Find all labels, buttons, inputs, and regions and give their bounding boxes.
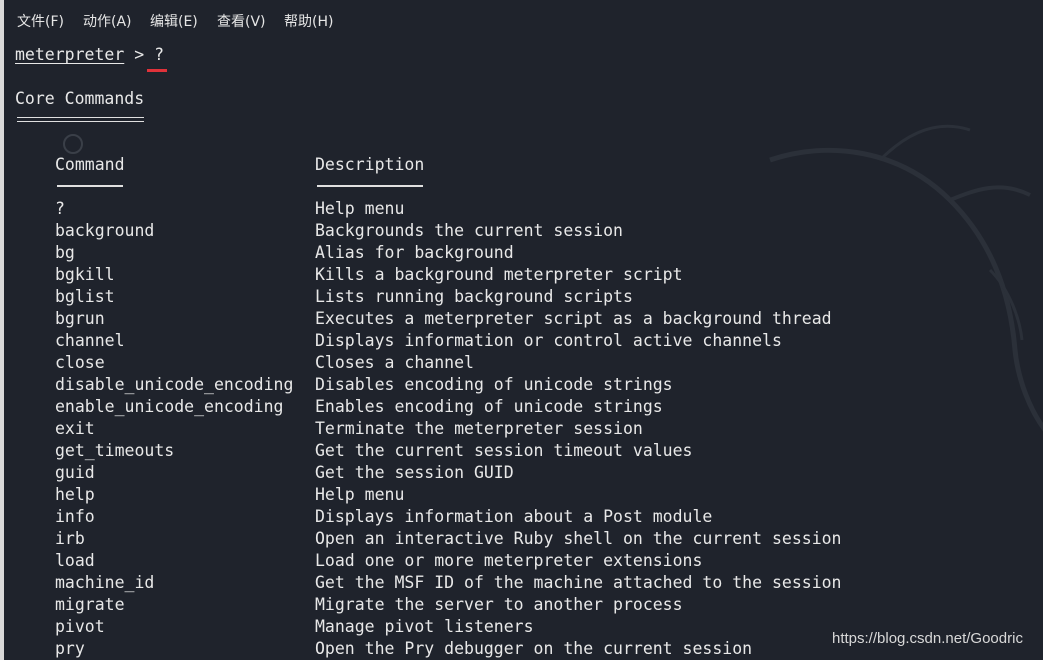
command-row: disable_unicode_encoding Disables encodin…: [4, 374, 1004, 396]
command-description: Terminate the meterpreter session: [315, 419, 643, 438]
watermark-text: https://blog.csdn.net/Goodric: [832, 630, 1023, 647]
command-description: Executes a meterpreter script as a backg…: [315, 309, 832, 328]
command-name: help: [55, 485, 95, 504]
command-name: get_timeouts: [55, 441, 175, 460]
menu-action[interactable]: 动作(A): [83, 11, 132, 31]
command-row: get_timeouts Get the current session time…: [4, 440, 1004, 462]
prompt-line: meterpreter > ?: [15, 44, 164, 66]
command-description: Backgrounds the current session: [315, 221, 623, 240]
menu-help[interactable]: 帮助(H): [284, 11, 333, 31]
command-name: ?: [55, 199, 65, 218]
command-name: pry: [55, 639, 85, 658]
section-title-underline: [17, 117, 144, 122]
command-header-rule: [57, 185, 123, 187]
menu-file[interactable]: 文件(F): [17, 11, 64, 31]
command-row: info Displays information about a Post mo…: [4, 506, 1004, 528]
command-description: Kills a background meterpreter script: [315, 265, 683, 284]
command-row: bglist Lists running background scripts: [4, 286, 1004, 308]
section-title: Core Commands: [15, 89, 145, 108]
command-description: Enables encoding of unicode strings: [315, 397, 663, 416]
command-description: Displays information or control active c…: [315, 331, 782, 350]
column-header-description: Description: [315, 155, 425, 174]
prompt-label: meterpreter: [15, 45, 125, 64]
command-name: info: [55, 507, 95, 526]
command-description: Open an interactive Ruby shell on the cu…: [315, 529, 842, 548]
command-description: Get the current session timeout values: [315, 441, 693, 460]
command-row: migrate Migrate the server to another pro…: [4, 594, 1004, 616]
command-row: bgkill Kills a background meterpreter scr…: [4, 264, 1004, 286]
command-name: enable_unicode_encoding: [55, 397, 284, 416]
column-header-command: Command: [55, 155, 125, 174]
command-name: bglist: [55, 287, 115, 306]
command-description: Alias for background: [315, 243, 514, 262]
command-name: pivot: [55, 617, 105, 636]
command-name: bgkill: [55, 265, 115, 284]
command-description: Get the session GUID: [315, 463, 514, 482]
command-name: machine_id: [55, 573, 155, 592]
command-description: Help menu: [315, 485, 405, 504]
command-name: close: [55, 353, 105, 372]
command-description: Displays information about a Post module: [315, 507, 713, 526]
menu-bar: 文件(F) 动作(A) 编辑(E) 查看(V) 帮助(H): [4, 0, 1043, 42]
description-header-rule: [317, 185, 423, 187]
command-name: exit: [55, 419, 95, 438]
command-row: exit Terminate the meterpreter session: [4, 418, 1004, 440]
command-name: migrate: [55, 595, 125, 614]
command-row: machine_id Get the MSF ID of the machine …: [4, 572, 1004, 594]
command-name: disable_unicode_encoding: [55, 375, 294, 394]
menu-view[interactable]: 查看(V): [217, 11, 266, 31]
command-name: guid: [55, 463, 95, 482]
command-row: channel Displays information or control a…: [4, 330, 1004, 352]
command-row: load Load one or more meterpreter extensi…: [4, 550, 1004, 572]
prompt-command: > ?: [124, 45, 165, 64]
terminal-window: 文件(F) 动作(A) 编辑(E) 查看(V) 帮助(H) meterprete…: [0, 0, 1043, 660]
command-row: irb Open an interactive Ruby shell on the…: [4, 528, 1004, 550]
command-name: bgrun: [55, 309, 105, 328]
command-row: enable_unicode_encoding Enables encoding …: [4, 396, 1004, 418]
command-name: irb: [55, 529, 85, 548]
command-name: channel: [55, 331, 125, 350]
command-description: Get the MSF ID of the machine attached t…: [315, 573, 842, 592]
command-description: Disables encoding of unicode strings: [315, 375, 673, 394]
terminal-output[interactable]: meterpreter > ? Core Commands Command De…: [4, 42, 1043, 660]
command-row: ? Help menu: [4, 198, 1004, 220]
command-row: background Backgrounds the current sessio…: [4, 220, 1004, 242]
command-description: Migrate the server to another process: [315, 595, 683, 614]
command-row: close Closes a channel: [4, 352, 1004, 374]
command-row: bg Alias for background: [4, 242, 1004, 264]
command-description: Manage pivot listeners: [315, 617, 534, 636]
command-row: help Help menu: [4, 484, 1004, 506]
menu-edit[interactable]: 编辑(E): [150, 11, 198, 31]
command-description: Help menu: [315, 199, 405, 218]
command-row: guid Get the session GUID: [4, 462, 1004, 484]
command-name: background: [55, 221, 155, 240]
command-name: bg: [55, 243, 75, 262]
command-description: Open the Pry debugger on the current ses…: [315, 639, 753, 658]
command-description: Lists running background scripts: [315, 287, 633, 306]
command-name: load: [55, 551, 95, 570]
command-description: Closes a channel: [315, 353, 474, 372]
command-row: bgrun Executes a meterpreter script as a …: [4, 308, 1004, 330]
command-description: Load one or more meterpreter extensions: [315, 551, 703, 570]
text-cursor: [147, 69, 167, 72]
